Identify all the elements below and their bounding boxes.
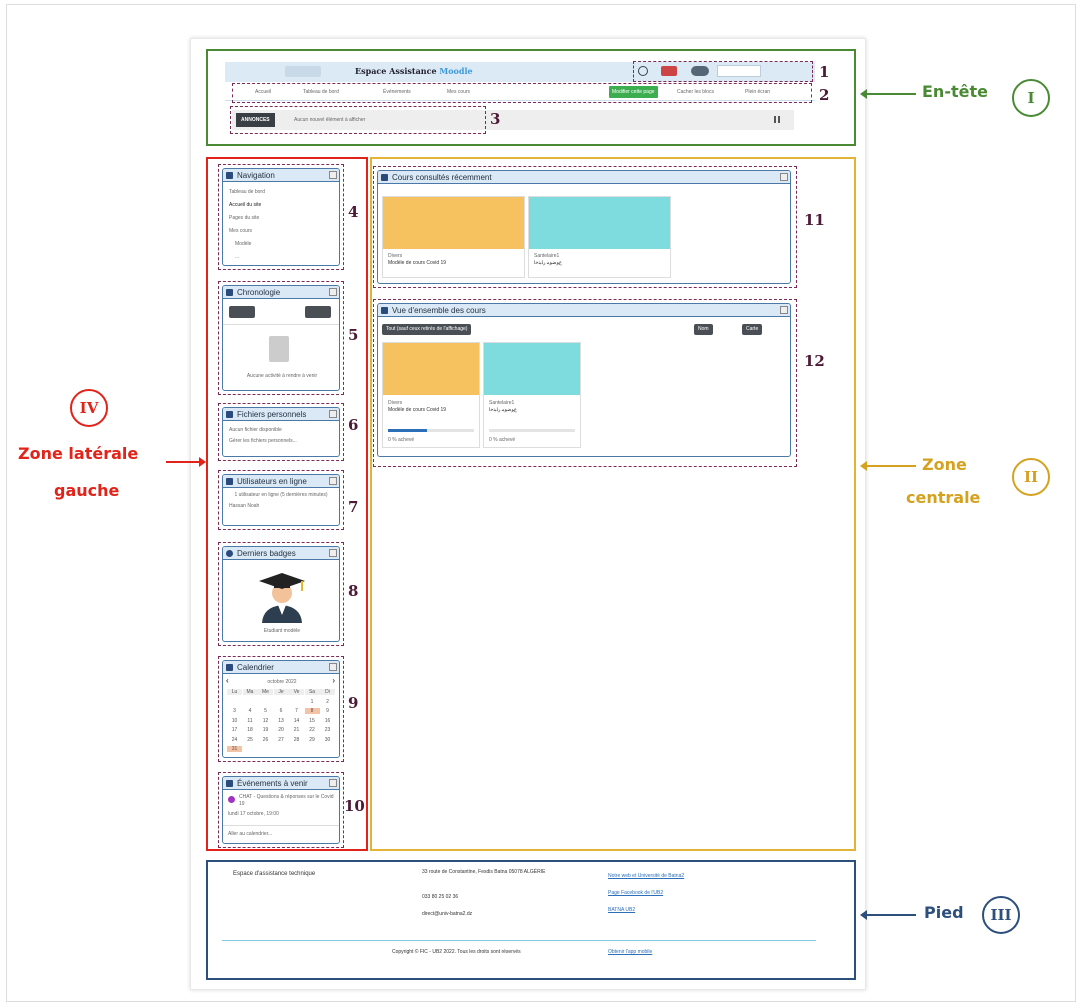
arrow-entete bbox=[860, 89, 916, 99]
region-5 bbox=[218, 281, 344, 395]
label-12: 12 bbox=[804, 352, 825, 370]
roman-laterale: IV bbox=[70, 389, 108, 427]
label-laterale-1: Zone latérale bbox=[18, 444, 139, 463]
label-4: 4 bbox=[348, 203, 359, 221]
region-2 bbox=[232, 83, 812, 103]
label-10: 10 bbox=[344, 797, 365, 815]
zone-pied-border bbox=[206, 860, 856, 980]
label-7: 7 bbox=[348, 498, 359, 516]
region-4 bbox=[218, 164, 344, 270]
region-8 bbox=[218, 542, 344, 646]
region-9 bbox=[218, 656, 344, 762]
roman-centrale: II bbox=[1012, 458, 1050, 496]
label-9: 9 bbox=[348, 694, 359, 712]
region-3 bbox=[230, 106, 486, 134]
label-1: 1 bbox=[819, 63, 830, 81]
label-entete: En-tête bbox=[922, 82, 988, 101]
label-8: 8 bbox=[348, 582, 359, 600]
label-11: 11 bbox=[804, 211, 825, 229]
roman-entete: I bbox=[1012, 79, 1050, 117]
arrow-pied bbox=[860, 910, 916, 920]
region-12 bbox=[373, 299, 797, 467]
label-3: 3 bbox=[490, 110, 501, 128]
region-6 bbox=[218, 403, 344, 461]
arrow-laterale bbox=[166, 457, 206, 467]
label-6: 6 bbox=[348, 416, 359, 434]
region-7 bbox=[218, 470, 344, 530]
region-11 bbox=[373, 166, 797, 288]
arrow-centrale bbox=[860, 461, 916, 471]
label-pied: Pied bbox=[924, 903, 964, 922]
label-2: 2 bbox=[819, 86, 830, 104]
roman-pied: III bbox=[982, 896, 1020, 934]
region-10 bbox=[218, 772, 344, 848]
label-laterale-2: gauche bbox=[54, 481, 120, 500]
label-5: 5 bbox=[348, 326, 359, 344]
label-centrale-2: centrale bbox=[906, 488, 981, 507]
region-1 bbox=[633, 61, 813, 82]
label-centrale-1: Zone bbox=[922, 455, 967, 474]
